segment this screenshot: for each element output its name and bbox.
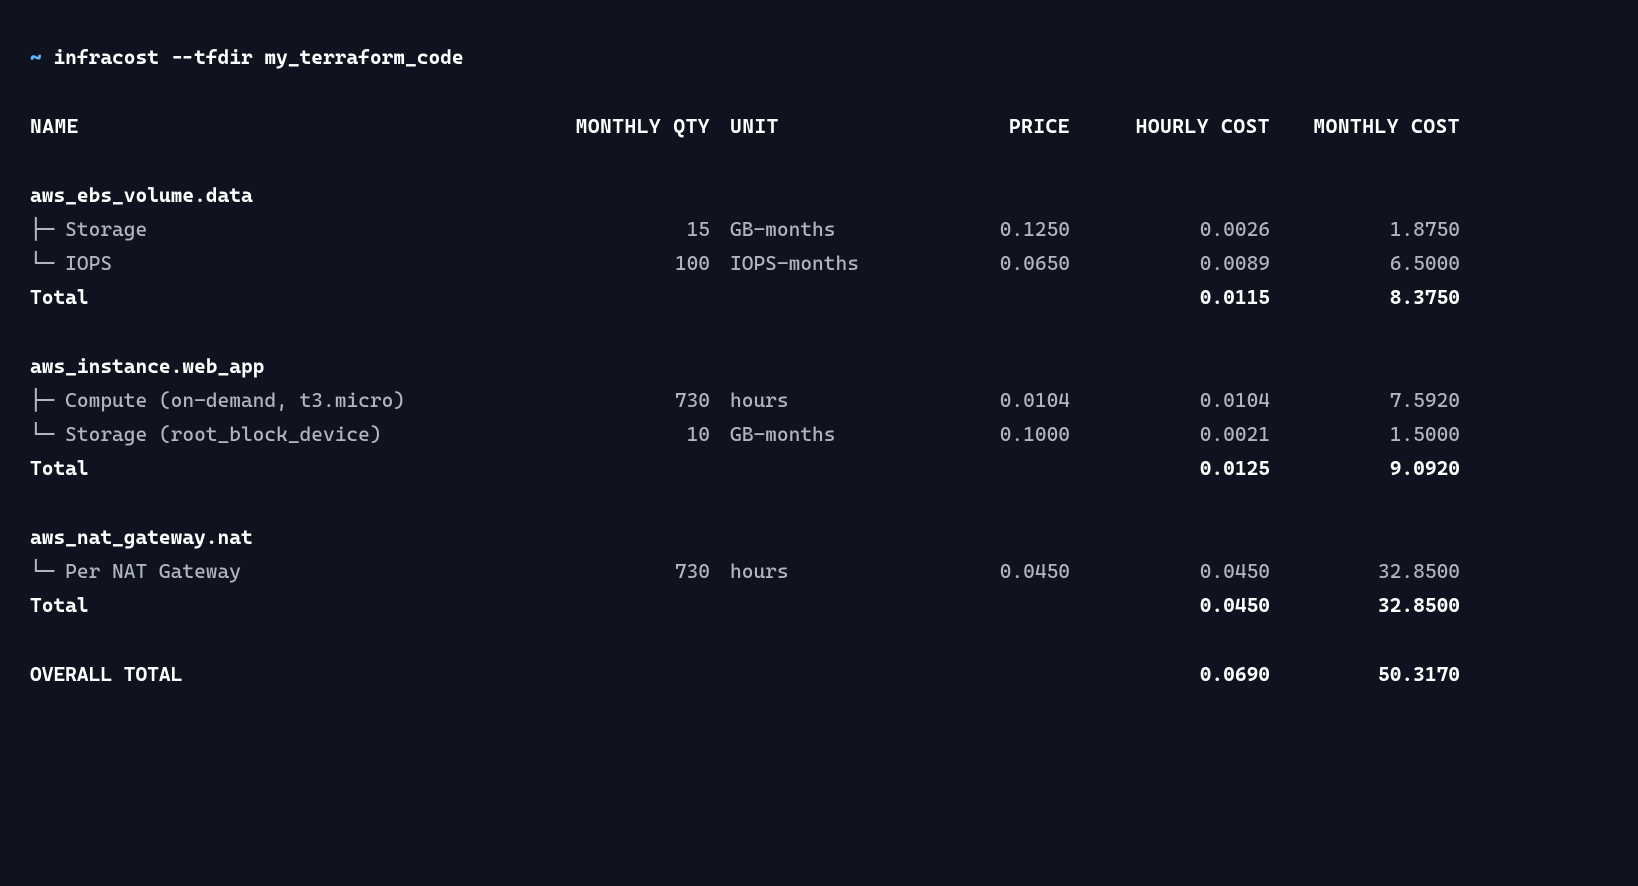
resource-group: aws_ebs_volume.data ├─ Storage 15GB-months…: [30, 178, 1608, 314]
table-header: NAME MONTHLY QTY UNIT PRICE HOURLY COST …: [30, 109, 1608, 143]
tree-prefix: └─: [30, 251, 65, 275]
total-hourly: 0.0115: [1080, 280, 1270, 314]
item-price: 0.1250: [930, 212, 1080, 246]
total-monthly: 32.8500: [1270, 588, 1460, 622]
group-total-row: Total 0.045032.8500: [30, 588, 1608, 622]
item-name: Storage (root_block_device): [65, 422, 381, 446]
header-hourly: HOURLY COST: [1080, 109, 1270, 143]
item-qty: 10: [560, 417, 730, 451]
tree-prefix: └─: [30, 422, 65, 446]
command-prompt: ~ infracost --tfdir my_terraform_code: [30, 40, 1608, 74]
resource-group: aws_instance.web_app├─ Compute (on-deman…: [30, 349, 1608, 485]
item-hourly: 0.0450: [1080, 554, 1270, 588]
group-total-row: Total 0.01259.0920: [30, 451, 1608, 485]
item-hourly: 0.0026: [1080, 212, 1270, 246]
total-hourly: 0.0450: [1080, 588, 1270, 622]
header-qty: MONTHLY QTY: [560, 109, 730, 143]
item-hourly: 0.0104: [1080, 383, 1270, 417]
table-row: ├─ Compute (on-demand, t3.micro) 730hours…: [30, 383, 1608, 417]
resource-group: aws_nat_gateway.nat └─ Per NAT Gateway 730…: [30, 520, 1608, 622]
header-name: NAME: [30, 109, 560, 143]
item-name: IOPS: [65, 251, 112, 275]
item-monthly: 1.5000: [1270, 417, 1460, 451]
group-total-row: Total 0.01158.3750: [30, 280, 1608, 314]
item-monthly: 7.5920: [1270, 383, 1460, 417]
item-unit: IOPS-months: [730, 246, 930, 280]
item-price: 0.0650: [930, 246, 1080, 280]
overall-hourly: 0.0690: [1080, 657, 1270, 691]
command-text: infracost --tfdir my_terraform_code: [53, 45, 463, 69]
table-row: ├─ Storage 15GB-months0.12500.00261.8750: [30, 212, 1608, 246]
table-row: └─ IOPS 100IOPS-months0.06500.00896.5000: [30, 246, 1608, 280]
tree-prefix: └─: [30, 559, 65, 583]
item-qty: 730: [560, 383, 730, 417]
overall-monthly: 50.3170: [1270, 657, 1460, 691]
overall-total-row: OVERALL TOTAL 0.0690 50.3170: [30, 657, 1608, 691]
resource-title: aws_ebs_volume.data: [30, 178, 560, 212]
item-qty: 730: [560, 554, 730, 588]
item-name: Compute (on-demand, t3.micro): [65, 388, 405, 412]
total-hourly: 0.0125: [1080, 451, 1270, 485]
item-price: 0.0104: [930, 383, 1080, 417]
item-hourly: 0.0089: [1080, 246, 1270, 280]
tree-prefix: ├─: [30, 217, 65, 241]
item-name: Per NAT Gateway: [65, 559, 241, 583]
resource-title: aws_nat_gateway.nat: [30, 520, 560, 554]
item-unit: hours: [730, 554, 930, 588]
header-monthly: MONTHLY COST: [1270, 109, 1460, 143]
item-monthly: 32.8500: [1270, 554, 1460, 588]
total-label: Total: [30, 280, 560, 314]
resource-title: aws_instance.web_app: [30, 349, 560, 383]
overall-label: OVERALL TOTAL: [30, 657, 560, 691]
total-monthly: 9.0920: [1270, 451, 1460, 485]
item-monthly: 6.5000: [1270, 246, 1460, 280]
item-unit: GB-months: [730, 417, 930, 451]
total-label: Total: [30, 451, 560, 485]
item-qty: 15: [560, 212, 730, 246]
total-label: Total: [30, 588, 560, 622]
total-monthly: 8.3750: [1270, 280, 1460, 314]
item-unit: hours: [730, 383, 930, 417]
table-row: └─ Per NAT Gateway730hours0.04500.045032…: [30, 554, 1608, 588]
item-price: 0.0450: [930, 554, 1080, 588]
table-row: └─ Storage (root_block_device) 10GB-month…: [30, 417, 1608, 451]
header-price: PRICE: [930, 109, 1080, 143]
prompt-symbol: ~: [30, 45, 42, 69]
item-price: 0.1000: [930, 417, 1080, 451]
cost-table: NAME MONTHLY QTY UNIT PRICE HOURLY COST …: [30, 109, 1608, 691]
item-qty: 100: [560, 246, 730, 280]
tree-prefix: ├─: [30, 388, 65, 412]
item-unit: GB-months: [730, 212, 930, 246]
header-unit: UNIT: [730, 109, 930, 143]
item-name: Storage: [65, 217, 147, 241]
item-hourly: 0.0021: [1080, 417, 1270, 451]
item-monthly: 1.8750: [1270, 212, 1460, 246]
